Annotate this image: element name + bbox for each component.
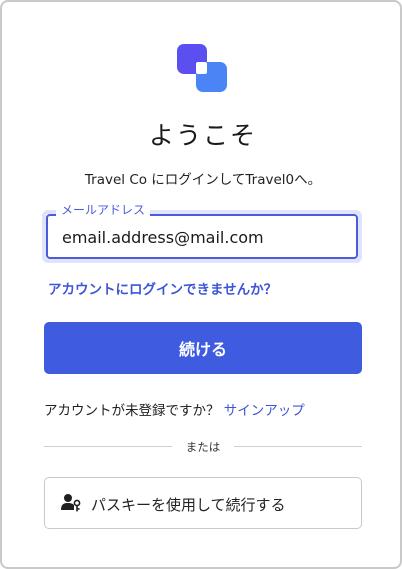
continue-button[interactable]: 続ける: [44, 322, 362, 374]
cant-login-link[interactable]: アカウントにログインできませんか？: [48, 278, 277, 298]
passkey-user-key-icon: [61, 494, 81, 512]
passkey-button[interactable]: パスキーを使用して続行する: [44, 477, 362, 529]
passkey-button-label: パスキーを使用して続行する: [91, 496, 286, 514]
email-input[interactable]: [62, 228, 342, 247]
page-subtitle: Travel Co にログインしてTravel0へ。: [84, 172, 322, 188]
brand-logo-icon: [177, 44, 227, 92]
email-field-label: メールアドレス: [56, 202, 151, 218]
divider-line-right: [234, 446, 362, 447]
signup-link[interactable]: サインアップ: [224, 403, 305, 419]
email-field-border: [46, 214, 358, 259]
divider-text: または: [185, 440, 221, 454]
signup-row: アカウントが未登録ですか？ サインアップ: [44, 399, 305, 419]
login-card: ようこそ Travel Co にログインしてTravel0へ。 メールアドレス …: [0, 0, 402, 569]
page-title: ようこそ: [148, 121, 257, 150]
signup-prompt: アカウントが未登録ですか？: [44, 403, 220, 419]
